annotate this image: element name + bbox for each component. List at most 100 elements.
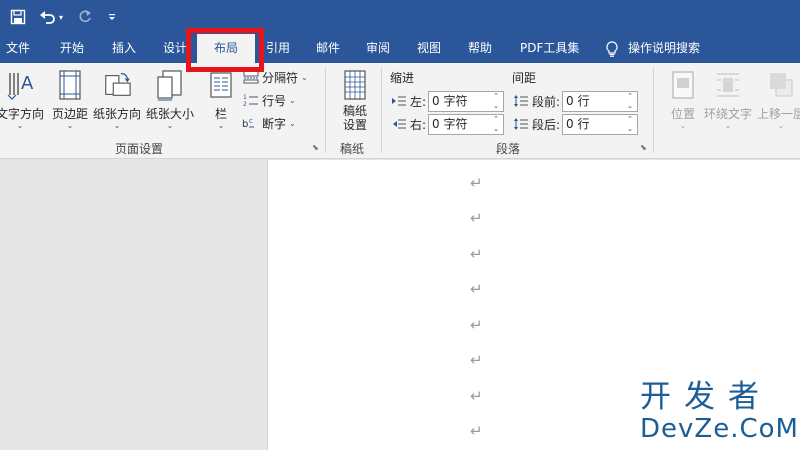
text-direction-button[interactable]: A 文字方向 ⌄ xyxy=(0,69,44,131)
line-numbers-icon: 12 xyxy=(242,92,260,108)
paragraph-mark: ↵ xyxy=(470,174,483,192)
lightbulb-icon xyxy=(606,40,618,57)
indent-right-input[interactable]: 0 字符 ⌃ ⌄ xyxy=(428,113,505,135)
spacing-before-row: 段前: 0 行 ⌃ ⌄ xyxy=(512,90,639,112)
wrap-text-button[interactable]: 环绕文字 ⌄ xyxy=(704,69,752,131)
redo-icon[interactable] xyxy=(74,6,96,28)
hyphenation-button[interactable]: bc 断字 ⌄ xyxy=(242,113,296,133)
chevron-down-icon: ⌄ xyxy=(113,121,121,130)
margins-label: 页边距 xyxy=(52,107,89,121)
indent-left-value: 0 字符 xyxy=(432,93,468,108)
position-label: 位置 xyxy=(670,107,695,121)
paragraph-mark: ↵ xyxy=(470,387,483,405)
tab-design[interactable]: 设计 xyxy=(163,34,187,63)
spin-down-icon[interactable]: ⌄ xyxy=(625,102,635,111)
manuscript-label-line1: 稿纸 xyxy=(342,104,367,118)
breaks-button[interactable]: 分隔符 ⌄ xyxy=(242,67,308,87)
spin-down-icon[interactable]: ⌄ xyxy=(625,125,635,134)
tab-help[interactable]: 帮助 xyxy=(468,34,492,63)
spacing-heading: 间距 xyxy=(512,71,537,85)
paragraph-launcher-icon[interactable]: ⬊ xyxy=(640,143,650,153)
breaks-label: 分隔符 xyxy=(262,70,299,85)
page-setup-group-label: 页面设置 xyxy=(115,142,164,156)
tab-file[interactable]: 文件 xyxy=(6,34,30,63)
document-background xyxy=(0,160,267,450)
tab-pdf-tools[interactable]: PDF工具集 xyxy=(520,34,579,63)
tab-references[interactable]: 引用 xyxy=(266,34,290,63)
indent-left-input[interactable]: 0 字符 ⌃ ⌄ xyxy=(428,90,505,112)
hyphenation-icon: bc xyxy=(242,115,260,131)
columns-button[interactable]: 栏 ⌄ xyxy=(206,69,236,131)
tab-insert[interactable]: 插入 xyxy=(112,34,136,63)
tab-view[interactable]: 视图 xyxy=(417,34,441,63)
ribbon-layout: A 文字方向 ⌄ 页边距 ⌄ 纸张方向 ⌄ 纸张大小 ⌄ 栏 ⌄ 分隔符 ⌄ 1… xyxy=(0,63,800,159)
spacing-after-row: 段后: 0 行 ⌃ ⌄ xyxy=(512,113,639,135)
chevron-down-icon: ⌄ xyxy=(777,121,785,130)
breaks-icon xyxy=(242,69,260,85)
spacing-before-input[interactable]: 0 行 ⌃ ⌄ xyxy=(562,90,639,112)
page-size-icon xyxy=(155,69,185,101)
watermark-en: DevZe.CoM xyxy=(640,414,799,444)
tell-me-label: 操作说明搜索 xyxy=(628,41,701,55)
paragraph-mark: ↵ xyxy=(470,316,483,334)
tab-mailings[interactable]: 邮件 xyxy=(316,34,340,63)
spin-up-icon[interactable]: ⌃ xyxy=(625,92,635,101)
spin-down-icon[interactable]: ⌄ xyxy=(491,125,501,134)
wrap-text-label: 环绕文字 xyxy=(704,107,753,121)
svg-text:A: A xyxy=(21,73,34,94)
chevron-down-icon: ⌄ xyxy=(724,121,732,130)
spacing-after-input[interactable]: 0 行 ⌃ ⌄ xyxy=(562,113,639,135)
spin-down-icon[interactable]: ⌄ xyxy=(491,102,501,111)
spin-up-icon[interactable]: ⌃ xyxy=(625,115,635,124)
spin-up-icon[interactable]: ⌃ xyxy=(491,115,501,124)
chevron-down-icon: ⌄ xyxy=(166,121,174,130)
spacing-before-icon xyxy=(512,94,530,108)
spacing-before-label: 段前: xyxy=(532,94,561,109)
group-separator xyxy=(653,67,654,153)
indent-left-label: 左: xyxy=(410,94,427,109)
chevron-down-icon: ⌄ xyxy=(289,118,296,128)
orientation-button[interactable]: 纸张方向 ⌄ xyxy=(93,69,141,131)
svg-text:b: b xyxy=(242,119,248,130)
chevron-down-icon: ⌄ xyxy=(16,121,24,130)
spacing-after-icon xyxy=(512,117,530,131)
chevron-down-icon: ⌄ xyxy=(679,121,687,130)
customize-dropdown-icon[interactable] xyxy=(104,6,120,28)
position-button[interactable]: 位置 ⌄ xyxy=(668,69,698,131)
chevron-down-icon: ⌄ xyxy=(301,72,308,82)
tab-home[interactable]: 开始 xyxy=(60,34,84,63)
tab-review[interactable]: 审阅 xyxy=(366,34,390,63)
indent-heading: 缩进 xyxy=(390,71,415,85)
columns-icon xyxy=(206,69,236,101)
wrap-text-icon xyxy=(713,69,743,101)
chevron-down-icon: ⌄ xyxy=(66,121,74,130)
paragraph-mark: ↵ xyxy=(470,209,483,227)
size-label: 纸张大小 xyxy=(146,107,195,121)
paragraph-mark: ↵ xyxy=(470,245,483,263)
margins-button[interactable]: 页边距 ⌄ xyxy=(52,69,88,131)
tab-layout[interactable]: 布局 xyxy=(197,34,255,63)
orientation-icon xyxy=(102,69,132,101)
page-setup-launcher-icon[interactable]: ⬊ xyxy=(312,143,322,153)
position-icon xyxy=(668,69,698,101)
bring-forward-label: 上移一层 xyxy=(757,107,800,121)
line-numbers-label: 行号 xyxy=(262,93,287,108)
spin-up-icon[interactable]: ⌃ xyxy=(491,92,501,101)
watermark: 开发者 DevZe.CoM xyxy=(640,380,800,450)
paragraph-mark: ↵ xyxy=(470,422,483,440)
columns-label: 栏 xyxy=(214,107,227,121)
save-icon[interactable] xyxy=(8,6,28,28)
watermark-cn: 开发者 xyxy=(640,379,772,415)
orientation-label: 纸张方向 xyxy=(93,107,142,121)
indent-left-icon xyxy=(390,94,408,108)
line-numbers-button[interactable]: 12 行号 ⌄ xyxy=(242,90,296,110)
spacing-after-value: 0 行 xyxy=(566,116,590,131)
undo-icon[interactable]: ▾ xyxy=(36,6,66,28)
paragraph-mark: ↵ xyxy=(470,351,483,369)
bring-forward-button[interactable]: 上移一层 ⌄ xyxy=(757,69,800,131)
ribbon-tab-bar: 文件 开始 插入 设计 布局 引用 邮件 审阅 视图 帮助 PDF工具集 操作说… xyxy=(0,34,800,63)
manuscript-settings-button[interactable]: 稿纸 设置 xyxy=(340,69,370,132)
tell-me-search[interactable]: 操作说明搜索 xyxy=(606,34,700,63)
size-button[interactable]: 纸张大小 ⌄ xyxy=(146,69,194,131)
indent-right-label: 右: xyxy=(410,117,427,132)
